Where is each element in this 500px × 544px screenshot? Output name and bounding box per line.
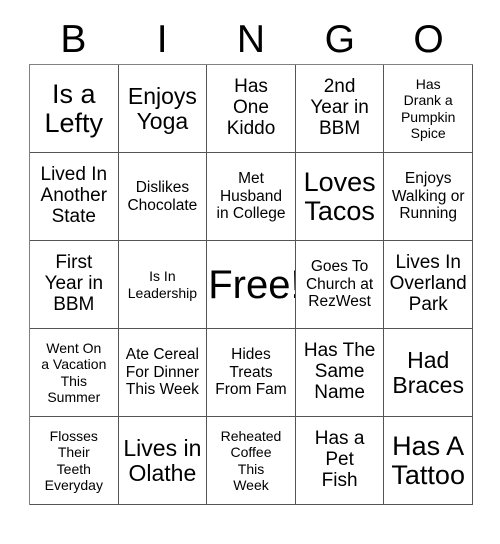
bingo-square-label: Has A Tattoo: [391, 431, 465, 490]
bingo-square-label: Went On a Vacation This Summer: [41, 340, 107, 405]
bingo-header-letter-n: N: [207, 14, 296, 64]
bingo-square[interactable]: First Year in BBM: [30, 241, 119, 329]
bingo-square-label: Has The Same Name: [303, 340, 376, 403]
bingo-square[interactable]: Is In Leadership: [118, 241, 208, 329]
bingo-square-label: Hides Treats From Fam: [215, 346, 287, 399]
bingo-square-label: Lives In Overland Park: [389, 252, 467, 315]
bingo-square-label: Has a Pet Fish: [314, 428, 365, 491]
bingo-square-label: Loves Tacos: [303, 167, 376, 226]
bingo-square-label: Enjoys Walking or Running: [391, 170, 465, 223]
bingo-square[interactable]: Lived In Another State: [30, 153, 119, 241]
bingo-square[interactable]: Has One Kiddo: [207, 65, 296, 153]
bingo-header-letter-b: B: [29, 14, 118, 64]
bingo-square[interactable]: Ate Cereal For Dinner This Week: [118, 329, 208, 417]
bingo-square-label: Enjoys Yoga: [127, 82, 197, 134]
bingo-square[interactable]: Has a Pet Fish: [295, 417, 385, 505]
bingo-square[interactable]: Loves Tacos: [295, 153, 385, 241]
bingo-square[interactable]: Has Drank a Pumpkin Spice: [384, 65, 473, 153]
bingo-square-label: Goes To Church at RezWest: [305, 258, 374, 311]
bingo-square-label: Has One Kiddo: [226, 76, 276, 139]
bingo-square-label: Flosses Their Teeth Everyday: [44, 428, 103, 493]
bingo-square[interactable]: Had Braces: [384, 329, 473, 417]
bingo-square-label: Free!: [208, 262, 296, 307]
bingo-square[interactable]: Goes To Church at RezWest: [295, 241, 385, 329]
bingo-square[interactable]: Enjoys Walking or Running: [384, 153, 473, 241]
bingo-square-label: First Year in BBM: [44, 252, 104, 315]
bingo-square-label: 2nd Year in BBM: [310, 76, 369, 139]
header-letter-text: O: [413, 17, 444, 61]
bingo-square[interactable]: 2nd Year in BBM: [295, 65, 385, 153]
bingo-square[interactable]: Dislikes Chocolate: [118, 153, 208, 241]
bingo-square[interactable]: Reheated Coffee This Week: [207, 417, 296, 505]
bingo-square[interactable]: Lives in Olathe: [118, 417, 208, 505]
bingo-square[interactable]: Is a Lefty: [30, 65, 119, 153]
bingo-square-label: Lived In Another State: [40, 164, 108, 227]
bingo-free-space[interactable]: Free!: [207, 241, 296, 329]
bingo-header-letter-o: O: [384, 14, 473, 64]
bingo-square-label: Lives in Olathe: [123, 434, 202, 486]
header-letter-text: B: [60, 17, 87, 61]
bingo-square[interactable]: Has A Tattoo: [384, 417, 473, 505]
bingo-square[interactable]: Flosses Their Teeth Everyday: [30, 417, 119, 505]
bingo-square-label: Dislikes Chocolate: [127, 178, 198, 214]
bingo-square[interactable]: Lives In Overland Park: [384, 241, 473, 329]
bingo-square-label: Had Braces: [392, 346, 464, 398]
bingo-square-label: Met Husband in College: [216, 170, 286, 223]
bingo-grid: Is a Lefty Enjoys Yoga Has One Kiddo 2nd Ye…: [29, 64, 473, 505]
bingo-header-row: B I N G O: [29, 14, 473, 64]
bingo-square-label: Ate Cereal For Dinner This Week: [125, 346, 199, 399]
bingo-square[interactable]: Enjoys Yoga: [118, 65, 208, 153]
bingo-card: B I N G O Is a Lefty Enjoys Yoga Has One K…: [29, 14, 473, 505]
bingo-square-label: Is In Leadership: [127, 268, 198, 301]
bingo-square-label: Reheated Coffee This Week: [220, 428, 282, 493]
header-letter-text: I: [156, 17, 168, 61]
bingo-square-label: Is a Lefty: [44, 79, 104, 138]
bingo-header-letter-g: G: [295, 14, 384, 64]
bingo-square[interactable]: Went On a Vacation This Summer: [30, 329, 119, 417]
bingo-header-letter-i: I: [118, 14, 207, 64]
bingo-square-label: Has Drank a Pumpkin Spice: [400, 76, 456, 141]
header-letter-text: G: [324, 17, 355, 61]
header-letter-text: N: [236, 17, 266, 61]
bingo-square[interactable]: Hides Treats From Fam: [207, 329, 296, 417]
bingo-square[interactable]: Met Husband in College: [207, 153, 296, 241]
bingo-square[interactable]: Has The Same Name: [295, 329, 385, 417]
